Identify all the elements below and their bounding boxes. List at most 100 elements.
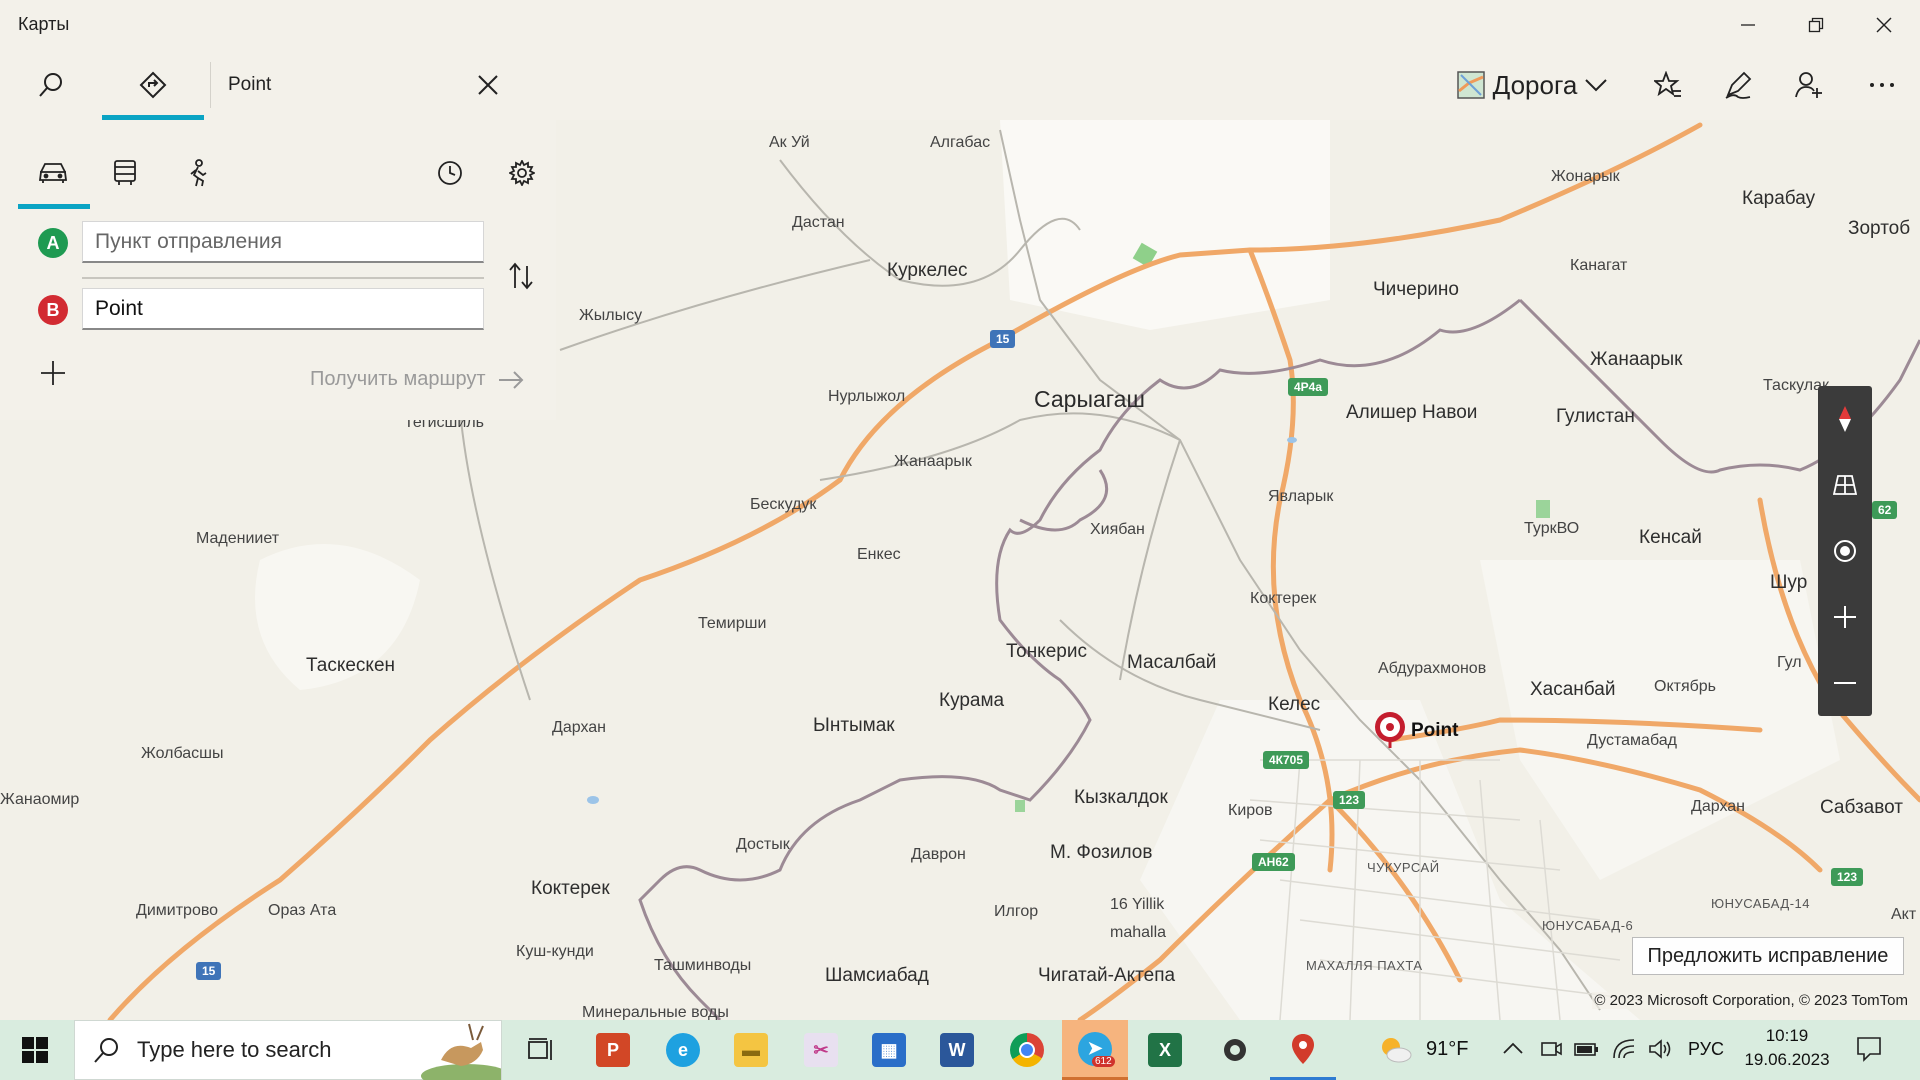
place-label: Курама	[939, 690, 1005, 711]
title-bar: Карты	[0, 0, 1920, 50]
zoom-in-button[interactable]	[1818, 584, 1872, 650]
destination-input[interactable]	[82, 288, 484, 330]
place-label: Хиябан	[1090, 521, 1145, 538]
chrome-taskbar-button[interactable]	[994, 1020, 1060, 1080]
place-label: Достык	[736, 836, 790, 853]
zoom-out-button[interactable]	[1818, 650, 1872, 716]
weather-temperature: 91°F	[1426, 1038, 1469, 1060]
search-query[interactable]: Point	[228, 74, 271, 96]
route-options-button[interactable]	[492, 148, 552, 198]
compass-button[interactable]	[1818, 386, 1872, 452]
settings-taskbar-button[interactable]	[1202, 1020, 1268, 1080]
clock-date: 19.06.2023	[1744, 1050, 1830, 1069]
compass-icon	[1839, 406, 1851, 432]
input-language[interactable]: РУС	[1688, 1039, 1724, 1060]
map-controls	[1818, 386, 1872, 716]
place-label: МАХАЛЛЯ ПАХТА	[1306, 958, 1423, 973]
place-label: Дастан	[792, 214, 845, 231]
place-label: Бескудук	[750, 496, 817, 513]
swap-waypoints-button[interactable]	[508, 262, 538, 292]
minimize-button[interactable]	[1714, 0, 1782, 50]
place-label: Дархан	[1691, 798, 1746, 815]
favorites-button[interactable]	[1636, 50, 1700, 120]
account-button[interactable]	[1776, 50, 1840, 120]
road-shield: 15	[990, 330, 1016, 348]
sun-cloud-icon	[1382, 1038, 1412, 1063]
active-mode-indicator	[18, 204, 90, 209]
explorer-taskbar-button[interactable]: ▬	[718, 1020, 784, 1080]
place-label: 16 Yillik	[1110, 896, 1165, 913]
mode-transit-button[interactable]	[95, 148, 155, 198]
edge-taskbar-button[interactable]: e	[650, 1020, 716, 1080]
restore-button[interactable]	[1782, 0, 1850, 50]
add-stop-button[interactable]	[40, 360, 70, 390]
tilt-button[interactable]	[1818, 452, 1872, 518]
suggest-correction-button[interactable]: Предложить исправление	[1632, 937, 1904, 975]
depart-time-button[interactable]	[420, 148, 480, 198]
battery-icon	[1574, 1043, 1598, 1056]
clear-search-button[interactable]	[458, 50, 518, 120]
store-taskbar-button[interactable]: ▦	[856, 1020, 922, 1080]
place-label: Таскескен	[306, 655, 395, 676]
pin-label[interactable]: Point	[1411, 720, 1459, 742]
taskbar-search-box[interactable]: Type here to search	[74, 1020, 502, 1080]
ink-button[interactable]	[1706, 50, 1770, 120]
search-tab[interactable]	[18, 50, 84, 120]
place-label: Дустамабад	[1587, 732, 1677, 749]
mode-drive-button[interactable]	[23, 148, 83, 198]
task-view-icon	[528, 1038, 552, 1060]
place-label: ЧУКУРСАЙ	[1367, 860, 1440, 875]
snip-taskbar-button[interactable]: ✂	[788, 1020, 854, 1080]
place-label: Маденииет	[196, 530, 280, 547]
place-label: Киров	[1228, 802, 1273, 819]
task-view-button[interactable]	[508, 1020, 574, 1080]
search-highlight-illustration	[421, 1023, 501, 1080]
more-options-button[interactable]	[1850, 50, 1914, 120]
place-label: Гул	[1777, 654, 1802, 671]
place-label: Шур	[1770, 572, 1808, 593]
place-label: Темирши	[698, 615, 767, 632]
notifications-button[interactable]	[1856, 1036, 1882, 1067]
taskbar-search-placeholder: Type here to search	[137, 1037, 332, 1062]
place-label: Дархан	[552, 719, 607, 736]
locate-me-button[interactable]	[1818, 518, 1872, 584]
tray-volume[interactable]	[1648, 1038, 1672, 1065]
place-label: Карабау	[1742, 188, 1816, 209]
show-hidden-icons-button[interactable]	[1502, 1038, 1524, 1065]
tray-meet-now[interactable]	[1540, 1038, 1562, 1065]
tray-wifi[interactable]	[1612, 1038, 1636, 1065]
place-label: Коктерек	[531, 878, 610, 899]
active-tab-indicator	[102, 115, 204, 120]
chrome-icon	[1010, 1033, 1044, 1067]
place-label: Абдурахмонов	[1378, 660, 1487, 677]
directions-tab[interactable]	[102, 50, 204, 120]
place-label: Куш-кунди	[516, 943, 594, 960]
map-style-icon	[1456, 71, 1485, 99]
map-copyright: © 2023 Microsoft Corporation, © 2023 Tom…	[1592, 992, 1910, 1009]
search-icon	[94, 1038, 118, 1063]
weather-button[interactable]	[1370, 1020, 1420, 1080]
arrow-right-icon	[498, 370, 523, 389]
place-label: Жанаомир	[0, 791, 80, 808]
origin-input[interactable]	[82, 221, 484, 263]
map-style-dropdown[interactable]: Дорога	[1448, 50, 1616, 120]
powerpoint-taskbar-button[interactable]: P	[580, 1020, 646, 1080]
excel-taskbar-button[interactable]: X	[1132, 1020, 1198, 1080]
telegram-taskbar-button[interactable]: ➤ 612	[1062, 1020, 1128, 1080]
close-window-button[interactable]	[1850, 0, 1918, 50]
tray-clock[interactable]: 10:19 19.06.2023	[1742, 1026, 1832, 1070]
clock-time: 10:19	[1765, 1026, 1809, 1045]
place-label: Ынтымак	[813, 715, 895, 736]
start-button[interactable]	[2, 1020, 68, 1080]
place-label: Кызкалдок	[1074, 787, 1168, 808]
mode-walk-button[interactable]	[168, 148, 228, 198]
waypoint-divider	[82, 277, 484, 279]
place-label: Октябрь	[1654, 678, 1717, 695]
word-taskbar-button[interactable]: W	[924, 1020, 990, 1080]
toolbar-separator	[210, 62, 211, 108]
bus-icon	[114, 160, 136, 185]
maps-taskbar-button[interactable]	[1270, 1020, 1336, 1080]
tray-battery[interactable]	[1574, 1039, 1600, 1064]
place-label: mahalla	[1110, 924, 1167, 941]
get-route-button[interactable]: Получить маршрут	[310, 368, 524, 391]
